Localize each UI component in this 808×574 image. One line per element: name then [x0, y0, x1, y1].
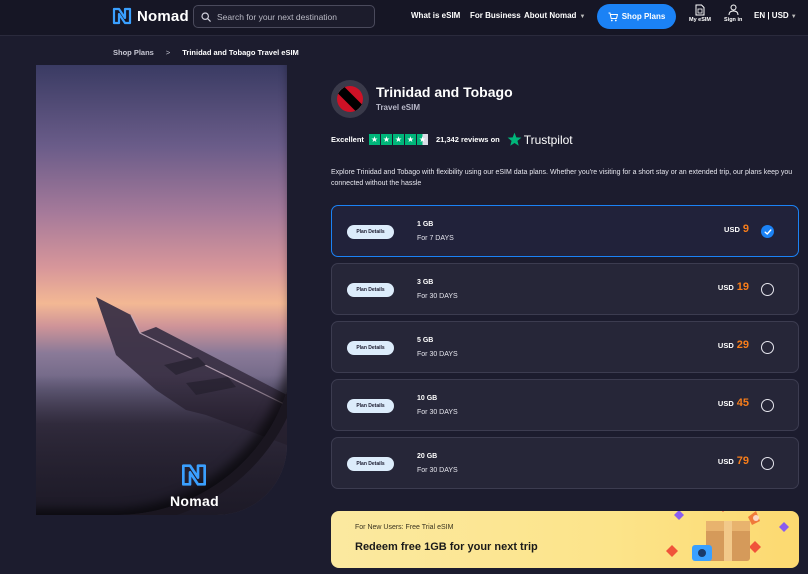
shop-plans-button[interactable]: Shop Plans — [597, 4, 676, 29]
plan-duration: For 30 DAYS — [417, 293, 458, 300]
rating-label: Excellent — [331, 135, 364, 144]
nomad-logo[interactable]: Nomad — [112, 7, 189, 25]
trinidad-and-tobago-flag-icon — [331, 80, 369, 118]
plan-radio[interactable] — [761, 457, 774, 470]
country-description: Explore Trinidad and Tobago with flexibi… — [331, 169, 793, 187]
trustpilot-logo: Trustpilot — [507, 132, 573, 147]
plan-amount: 79 — [736, 455, 749, 467]
window-rim — [36, 65, 287, 515]
plan-duration: For 30 DAYS — [417, 351, 458, 358]
hero-image: Nomad — [36, 65, 287, 515]
plan-option-5gb[interactable]: Plan Details 5 GB For 30 DAYS USD 29 — [331, 321, 799, 373]
plan-duration: For 30 DAYS — [417, 409, 458, 416]
plan-data-amount: 10 GB — [417, 395, 438, 402]
nomad-logo-icon — [182, 464, 207, 486]
plan-details-button[interactable]: Plan Details — [347, 283, 394, 297]
star-half-icon: ★ — [416, 134, 428, 145]
gift-box-illustration — [666, 511, 789, 561]
breadcrumb-current: Trinidad and Tobago Travel eSIM — [182, 48, 299, 57]
plan-details-button[interactable]: Plan Details — [347, 341, 394, 355]
plan-radio[interactable] — [761, 399, 774, 412]
page-subtitle: Travel eSIM — [376, 103, 421, 112]
chevron-down-icon: ▼ — [579, 14, 586, 20]
star-icon: ★ — [368, 134, 380, 145]
plan-currency: USD — [724, 225, 740, 234]
plan-option-1gb[interactable]: Plan Details 1 GB For 7 DAYS USD 9 — [331, 205, 799, 257]
promo-headline: Redeem free 1GB for your next trip — [355, 541, 538, 553]
plan-data-amount: 5 GB — [417, 337, 434, 344]
hero-brand: Nomad — [170, 463, 219, 509]
plan-currency: USD — [717, 283, 734, 292]
search-input[interactable] — [217, 11, 367, 22]
plan-option-10gb[interactable]: Plan Details 10 GB For 30 DAYS USD 45 — [331, 379, 799, 431]
plan-duration: For 30 DAYS — [417, 467, 458, 474]
hero-brand-text: Nomad — [170, 493, 219, 509]
breadcrumb-separator: > — [165, 48, 171, 57]
plan-data-amount: 1 GB — [417, 221, 434, 228]
cart-icon — [608, 12, 618, 21]
sim-icon — [695, 4, 705, 16]
nav-link-for-business[interactable]: For Business — [470, 11, 521, 20]
language-currency-selector[interactable]: EN | USD ▼ — [754, 11, 797, 20]
plan-radio[interactable] — [761, 341, 774, 354]
plan-price: USD 19 — [718, 281, 749, 293]
search-box[interactable] — [193, 5, 375, 28]
trustpilot-rating[interactable]: Excellent ★ ★ ★ ★ ★ 21,342 reviews on Tr… — [331, 132, 573, 147]
plan-currency: USD — [717, 399, 734, 408]
search-icon — [201, 11, 211, 22]
my-esim-label: My eSIM — [689, 17, 712, 23]
nav-link-what-is-esim[interactable]: What is eSIM — [411, 11, 460, 20]
plan-duration: For 7 DAYS — [417, 235, 454, 242]
breadcrumb: Shop Plans > Trinidad and Tobago Travel … — [113, 48, 299, 57]
plan-currency: USD — [717, 341, 734, 350]
plan-amount: 19 — [736, 281, 749, 293]
plan-price: USD 29 — [718, 339, 749, 351]
logo-text: Nomad — [137, 7, 189, 25]
plan-price: USD 79 — [718, 455, 749, 467]
plan-amount: 9 — [742, 223, 749, 235]
sign-in-button[interactable]: Sign in — [724, 4, 742, 23]
sign-in-label: Sign in — [724, 17, 743, 23]
plan-details-button[interactable]: Plan Details — [347, 399, 394, 413]
star-icon: ★ — [380, 134, 392, 145]
my-esim-button[interactable]: My eSIM — [689, 4, 711, 23]
nomad-logo-icon — [112, 7, 132, 25]
plan-price: USD 9 — [724, 223, 749, 235]
star-icon: ★ — [392, 134, 404, 145]
nav-link-about-nomad-label: About Nomad — [524, 11, 577, 20]
top-nav: Nomad What is eSIM For Business About No… — [0, 0, 808, 36]
shop-plans-label: Shop Plans — [621, 12, 666, 21]
chevron-down-icon: ▼ — [790, 14, 797, 20]
nav-link-about-nomad[interactable]: About Nomad ▼ — [524, 11, 585, 20]
check-icon — [764, 228, 771, 235]
language-currency-label: EN | USD — [754, 11, 789, 20]
plan-currency: USD — [717, 457, 734, 466]
plan-details-button[interactable]: Plan Details — [347, 225, 394, 239]
rating-stars: ★ ★ ★ ★ ★ — [368, 134, 428, 145]
plan-radio-selected[interactable] — [761, 225, 774, 238]
plan-amount: 29 — [736, 339, 749, 351]
breadcrumb-shop-plans[interactable]: Shop Plans — [113, 48, 154, 57]
plan-radio[interactable] — [761, 283, 774, 296]
page-title: Trinidad and Tobago — [376, 84, 513, 100]
plan-data-amount: 3 GB — [417, 279, 434, 286]
plan-option-20gb[interactable]: Plan Details 20 GB For 30 DAYS USD 79 — [331, 437, 799, 489]
plan-details-button[interactable]: Plan Details — [347, 457, 394, 471]
reviews-count: 21,342 reviews on — [435, 135, 500, 144]
plan-data-amount: 20 GB — [417, 453, 438, 460]
plan-option-3gb[interactable]: Plan Details 3 GB For 30 DAYS USD 19 — [331, 263, 799, 315]
free-trial-promo-banner[interactable]: For New Users: Free Trial eSIM Redeem fr… — [331, 511, 799, 568]
trustpilot-name: Trustpilot — [523, 132, 573, 147]
plan-price: USD 45 — [718, 397, 749, 409]
user-icon — [728, 4, 739, 16]
trustpilot-star-icon — [507, 132, 522, 146]
plan-amount: 45 — [736, 397, 749, 409]
promo-eyebrow: For New Users: Free Trial eSIM — [355, 524, 454, 531]
star-icon: ★ — [404, 134, 416, 145]
